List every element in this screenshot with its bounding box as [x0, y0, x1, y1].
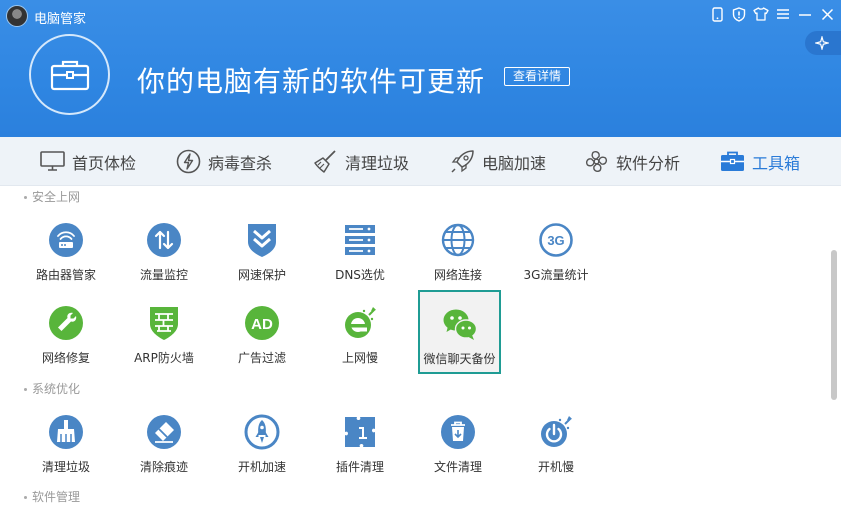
tool-arp-firewall[interactable]: ARP防火墙 — [124, 295, 204, 377]
section-title-system-optimize: 系统优化 — [24, 380, 80, 397]
ad-icon-text: AD — [251, 316, 273, 333]
tab-label: 清理垃圾 — [345, 153, 410, 173]
traffic-arrows-icon — [147, 223, 181, 257]
tab-label: 病毒查杀 — [208, 153, 273, 173]
globe-icon — [441, 223, 475, 257]
tool-label: 网速保护 — [237, 268, 286, 282]
tab-speed-up[interactable]: 电脑加速 — [450, 137, 546, 186]
tool-router-manager[interactable]: 路由器管家 — [26, 212, 106, 294]
monitor-icon — [40, 151, 65, 171]
header: 电脑管家 你的电脑有新的软件可更新 查看详情 — [0, 0, 841, 137]
tool-label: 文件清理 — [433, 460, 482, 474]
3g-icon-text: 3G — [547, 233, 564, 248]
tool-label: 清理垃圾 — [41, 460, 90, 474]
tool-label: 清除痕迹 — [139, 460, 188, 474]
tool-ad-filter[interactable]: AD 广告过滤 — [222, 295, 302, 377]
tool-dns-optimize[interactable]: DNS选优 — [320, 212, 400, 294]
tool-speed-protect[interactable]: 网速保护 — [222, 212, 302, 294]
tool-label: 网络连接 — [433, 268, 482, 282]
tab-label: 软件分析 — [616, 153, 681, 173]
shield-icon[interactable] — [731, 6, 747, 22]
toolbox-content: 安全上网 路由器管家 流量监控 网速保护 DNS选优 网络连接 3G 3G流量统… — [0, 186, 826, 521]
tool-label: 路由器管家 — [35, 268, 96, 282]
puzzle-icon — [345, 417, 375, 447]
tab-toolbox[interactable]: 工具箱 — [720, 137, 800, 186]
wrench-icon — [49, 306, 83, 340]
lightning-icon — [176, 149, 201, 174]
tool-file-cleanup[interactable]: 文件清理 — [418, 404, 498, 486]
tool-label: 3G流量统计 — [523, 268, 589, 282]
tool-slow-boot[interactable]: 开机慢 — [516, 404, 596, 486]
section-title-software-management: 软件管理 — [24, 488, 80, 505]
wechat-icon — [443, 309, 477, 340]
tab-label: 首页体检 — [72, 153, 137, 173]
tool-label: 插件清理 — [335, 460, 384, 474]
tool-clear-traces[interactable]: 清除痕迹 — [124, 404, 204, 486]
tool-label: 流量监控 — [139, 268, 188, 282]
tool-slow-internet[interactable]: 上网慢 — [320, 295, 400, 377]
tab-software-analysis[interactable]: 软件分析 — [584, 137, 680, 186]
3g-icon: 3G — [539, 223, 573, 257]
tab-label: 工具箱 — [752, 153, 801, 173]
section-title-safe-browsing: 安全上网 — [24, 188, 80, 205]
tool-boot-speedup[interactable]: 开机加速 — [222, 404, 302, 486]
scrollbar-thumb[interactable] — [831, 250, 837, 400]
close-icon[interactable] — [819, 6, 835, 22]
tool-label: 上网慢 — [341, 351, 378, 365]
main-nav: 首页体检 病毒查杀 清理垃圾 电脑加速 软件分析 工具箱 — [0, 137, 841, 186]
app-logo-icon — [6, 5, 28, 27]
tool-3g-traffic-stats[interactable]: 3G 3G流量统计 — [516, 212, 596, 294]
app-title: 电脑管家 — [34, 12, 87, 27]
tab-home-checkup[interactable]: 首页体检 — [40, 137, 136, 186]
server-icon — [345, 225, 375, 255]
tool-wechat-backup[interactable]: 微信聊天备份 — [418, 290, 501, 374]
tool-clean-junk[interactable]: 清理垃圾 — [26, 404, 106, 486]
toolbox-icon — [50, 60, 89, 90]
tool-label: 广告过滤 — [237, 351, 286, 365]
tool-label: 网络修复 — [41, 351, 90, 365]
power-slow-icon — [541, 416, 572, 447]
title-bar: 电脑管家 — [0, 0, 841, 32]
tool-label: 开机加速 — [237, 460, 286, 474]
tool-label: 开机慢 — [537, 460, 574, 474]
tool-traffic-monitor[interactable]: 流量监控 — [124, 212, 204, 294]
rocket-icon — [451, 150, 474, 173]
brush-clean-icon — [49, 415, 83, 449]
tab-label: 电脑加速 — [482, 153, 547, 173]
sparkle-button[interactable] — [805, 31, 841, 55]
chevron-shield-icon — [248, 224, 276, 257]
menu-icon[interactable] — [775, 6, 791, 22]
view-details-button[interactable]: 查看详情 — [504, 67, 570, 86]
tool-network-connection[interactable]: 网络连接 — [418, 212, 498, 294]
broom-icon — [314, 150, 336, 173]
toolbox-icon — [721, 151, 744, 171]
banner-toolbox-circle — [29, 34, 110, 115]
tool-label: ARP防火墙 — [134, 351, 194, 365]
phone-icon[interactable] — [709, 6, 725, 22]
tool-label: DNS选优 — [335, 268, 385, 282]
tool-network-repair[interactable]: 网络修复 — [26, 295, 106, 377]
firewall-icon — [150, 307, 178, 340]
fan-icon — [586, 151, 607, 172]
tool-label: 微信聊天备份 — [423, 352, 496, 366]
boot-rocket-icon — [244, 414, 280, 450]
router-icon — [49, 223, 83, 257]
update-message: 你的电脑有新的软件可更新 — [137, 65, 486, 98]
tool-plugin-cleanup[interactable]: 插件清理 — [320, 404, 400, 486]
eraser-icon — [147, 415, 181, 449]
tab-virus-scan[interactable]: 病毒查杀 — [176, 137, 272, 186]
ad-block-icon: AD — [245, 306, 279, 340]
minimize-icon[interactable] — [797, 6, 813, 22]
tab-clean-junk[interactable]: 清理垃圾 — [313, 137, 409, 186]
ie-speed-icon — [345, 307, 376, 338]
shirt-icon[interactable] — [753, 6, 769, 22]
sparkle-icon — [815, 36, 829, 50]
trash-icon — [441, 415, 475, 449]
